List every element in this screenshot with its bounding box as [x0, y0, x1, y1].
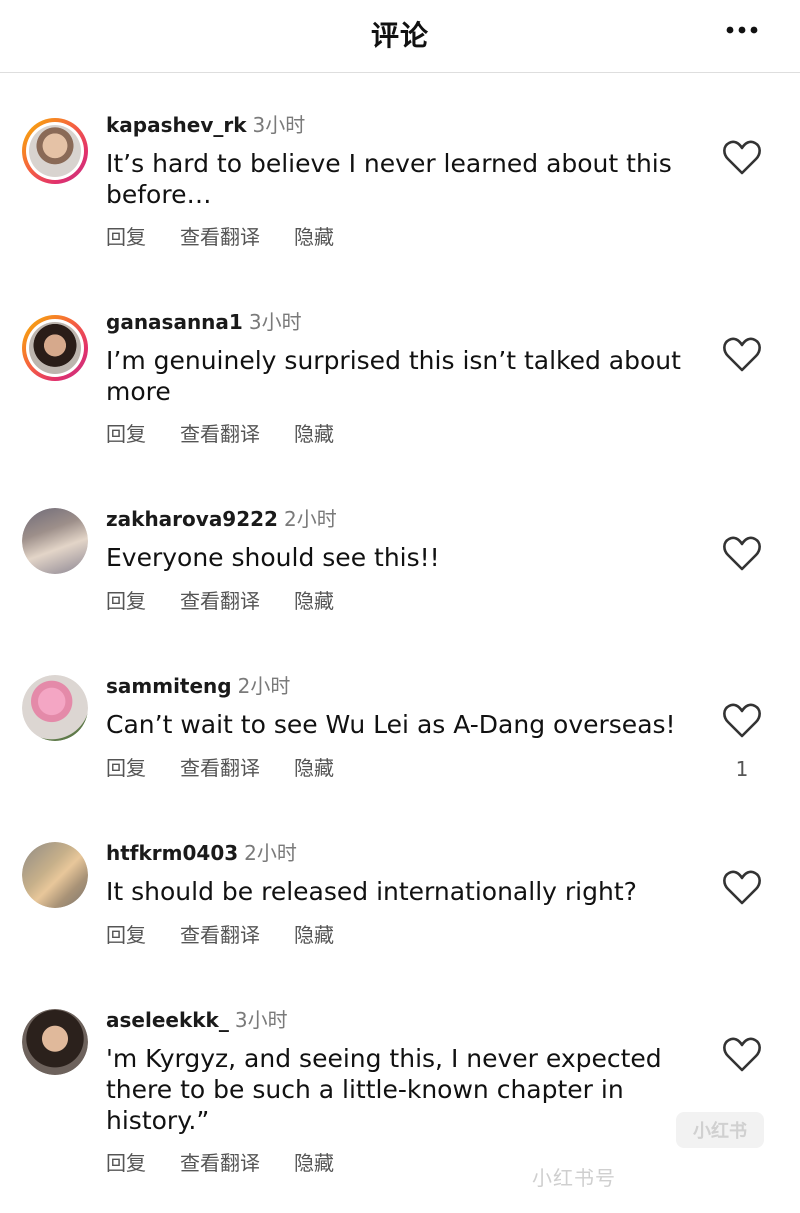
comment-time: 2小时 — [283, 507, 337, 531]
comment-username[interactable]: zakharova9222 — [106, 507, 278, 531]
heart-icon — [723, 870, 761, 905]
comment-username[interactable]: kapashev_rk — [106, 113, 247, 137]
reply-button[interactable]: 回复 — [106, 756, 146, 780]
avatar[interactable] — [22, 675, 88, 741]
hide-button[interactable]: 隐藏 — [294, 756, 334, 780]
comment-text: Can’t wait to see Wu Lei as A-Dang overs… — [106, 710, 676, 739]
page-title: 评论 — [370, 19, 429, 52]
avatar[interactable] — [22, 315, 88, 381]
reply-button[interactable]: 回复 — [106, 589, 146, 613]
hide-button[interactable]: 隐藏 — [294, 225, 334, 249]
comment-text: It’s hard to believe I never learned abo… — [106, 149, 672, 209]
like-button[interactable] — [722, 536, 762, 572]
view-translation-button[interactable]: 查看翻译 — [180, 756, 260, 780]
heart-icon — [723, 337, 761, 372]
comment-time: 3小时 — [252, 113, 306, 137]
like-button[interactable] — [722, 1037, 762, 1073]
comment-text: 'm Kyrgyz, and seeing this, I never expe… — [106, 1044, 662, 1135]
watermark-logo: 小红书 — [676, 1112, 764, 1148]
heart-icon — [723, 536, 761, 571]
hide-button[interactable]: 隐藏 — [294, 923, 334, 947]
view-translation-button[interactable]: 查看翻译 — [180, 422, 260, 446]
avatar[interactable] — [22, 1009, 88, 1075]
hide-button[interactable]: 隐藏 — [294, 589, 334, 613]
avatar[interactable] — [22, 842, 88, 908]
view-translation-button[interactable]: 查看翻译 — [180, 589, 260, 613]
view-translation-button[interactable]: 查看翻译 — [180, 923, 260, 947]
hide-button[interactable]: 隐藏 — [294, 422, 334, 446]
comment-username[interactable]: sammiteng — [106, 674, 232, 698]
reply-button[interactable]: 回复 — [106, 1151, 146, 1175]
like-button[interactable] — [722, 870, 762, 906]
avatar[interactable] — [22, 118, 88, 184]
heart-icon — [723, 1037, 761, 1072]
comment-text: I’m genuinely surprised this isn’t talke… — [106, 346, 681, 406]
comment-username[interactable]: aseleekkk_ — [106, 1008, 229, 1032]
like-button[interactable] — [722, 703, 762, 739]
reply-button[interactable]: 回复 — [106, 923, 146, 947]
view-translation-button[interactable]: 查看翻译 — [180, 225, 260, 249]
comment-time: 2小时 — [237, 674, 291, 698]
top-bar: 评论 — [0, 0, 800, 73]
more-horizontal-icon — [726, 26, 758, 34]
like-button[interactable] — [722, 140, 762, 176]
heart-icon — [723, 140, 761, 175]
watermark-text: 小红书号 — [532, 1166, 616, 1190]
hide-button[interactable]: 隐藏 — [294, 1151, 334, 1175]
comment-username[interactable]: htfkrm0403 — [106, 841, 238, 865]
comment-time: 3小时 — [234, 1008, 288, 1032]
comment-text: It should be released internationally ri… — [106, 877, 637, 906]
view-translation-button[interactable]: 查看翻译 — [180, 1151, 260, 1175]
more-options-button[interactable] — [720, 14, 764, 46]
avatar[interactable] — [22, 508, 88, 574]
heart-icon — [723, 703, 761, 738]
comment-time: 3小时 — [248, 310, 302, 334]
like-button[interactable] — [722, 337, 762, 373]
comment-username[interactable]: ganasanna1 — [106, 310, 243, 334]
reply-button[interactable]: 回复 — [106, 225, 146, 249]
like-count: 1 — [735, 757, 749, 781]
comment-time: 2小时 — [244, 841, 297, 865]
reply-button[interactable]: 回复 — [106, 422, 146, 446]
comment-text: Everyone should see this!! — [106, 543, 440, 572]
